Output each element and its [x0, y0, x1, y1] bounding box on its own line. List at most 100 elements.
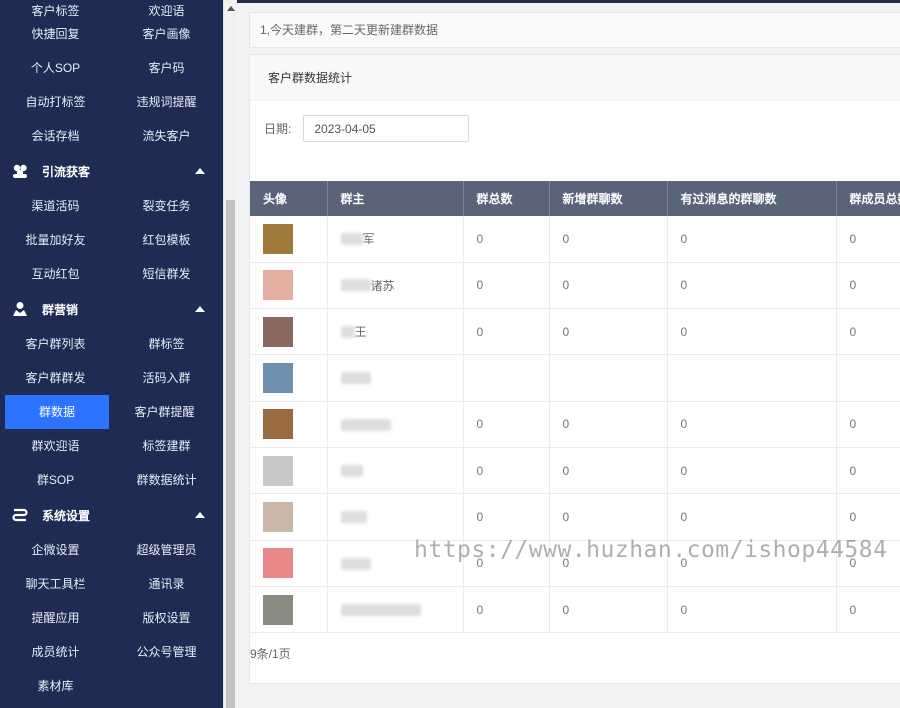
- cell-member-total: 0: [836, 216, 900, 263]
- sidebar-item-welcome[interactable]: 欢迎语: [111, 0, 222, 28]
- blurred-name: [340, 511, 367, 524]
- main-content: 1,今天建群，第二天更新建群数据 客户群数据统计 日期: 头像 群主 群总数 新…: [237, 0, 900, 708]
- col-header-new-groups: 新增群聊数: [549, 181, 668, 216]
- cell-member-total: 0: [836, 540, 900, 587]
- cell-member-total: 0: [836, 447, 900, 495]
- cell-avatar: [250, 401, 328, 448]
- cell-avatar: [250, 216, 328, 263]
- sidebar-item-copyright-settings[interactable]: 版权设置: [111, 601, 222, 635]
- sidebar-item-code-join-group[interactable]: 活码入群: [111, 361, 222, 395]
- pagination-info: 9条/1页: [250, 647, 291, 661]
- sidebar-item-violation-alert[interactable]: 违规词提醒: [111, 85, 222, 119]
- cell-new-groups: 0: [549, 262, 668, 310]
- sidebar-item-auto-tag[interactable]: 自动打标签: [0, 85, 111, 119]
- sidebar-item-group-data-stats[interactable]: 群数据统计: [111, 463, 222, 497]
- scroll-up-arrow-icon[interactable]: [227, 6, 235, 11]
- blurred-name: [340, 279, 371, 292]
- sidebar-item-contacts[interactable]: 通讯录: [111, 567, 222, 601]
- col-header-group-total: 群总数: [463, 181, 550, 216]
- sidebar-item-personal-sop[interactable]: 个人SOP: [0, 51, 111, 85]
- sidebar-section-label: 群营销: [42, 302, 79, 317]
- sidebar-item-fission-task[interactable]: 裂变任务: [111, 189, 222, 223]
- sidebar-item-group-welcome[interactable]: 群欢迎语: [0, 429, 111, 463]
- cell-new-groups: 0: [549, 493, 668, 541]
- sidebar-item-redpacket-template[interactable]: 红包模板: [111, 223, 222, 257]
- sidebar-item-official-account[interactable]: 公众号管理: [111, 635, 222, 669]
- scrollbar-thumb[interactable]: [226, 200, 235, 708]
- col-header-owner: 群主: [327, 181, 464, 216]
- cell-owner: 王: [327, 308, 464, 356]
- sidebar-item-group-reminder[interactable]: 客户群提醒: [109, 395, 220, 429]
- sidebar-section-acquisition[interactable]: 引流获客: [0, 153, 223, 189]
- avatar: [263, 594, 293, 625]
- cell-new-groups: [549, 354, 668, 402]
- sidebar-item-channel-code[interactable]: 渠道活码: [0, 189, 111, 223]
- avatar: [263, 409, 293, 440]
- cell-owner: [327, 354, 464, 402]
- cell-active-groups: 0: [667, 216, 837, 263]
- cell-group-total: 0: [463, 447, 550, 495]
- cell-active-groups: 0: [667, 493, 837, 541]
- sidebar-item-member-stats[interactable]: 成员统计: [0, 635, 111, 669]
- sidebar-item-interactive-redpacket[interactable]: 互动红包: [0, 257, 111, 291]
- cell-member-total: 0: [836, 401, 900, 448]
- blurred-name: [340, 232, 363, 245]
- sidebar-item-customer-tags[interactable]: 客户标签: [0, 0, 111, 28]
- cell-avatar: [250, 308, 328, 356]
- sidebar-item-group-tags[interactable]: 群标签: [111, 327, 222, 361]
- sidebar-item-reminder-app[interactable]: 提醒应用: [0, 601, 111, 635]
- sidebar-item-material-library[interactable]: 素材库: [0, 669, 111, 703]
- cell-owner: 诸苏: [327, 262, 464, 310]
- sidebar-section-label: 引流获客: [42, 164, 91, 179]
- cell-avatar: [250, 540, 328, 587]
- sidebar-item-bulk-add-friends[interactable]: 批量加好友: [0, 223, 111, 257]
- sidebar-item-customer-code[interactable]: 客户码: [111, 51, 222, 85]
- cell-owner: 军: [327, 216, 464, 263]
- sidebar-item-sms-broadcast[interactable]: 短信群发: [111, 257, 222, 291]
- sidebar-item-group-sop[interactable]: 群SOP: [0, 463, 111, 497]
- blurred-name: [340, 557, 371, 570]
- sidebar-item-group-broadcast[interactable]: 客户群群发: [0, 361, 111, 395]
- cell-active-groups: 0: [667, 262, 837, 310]
- cell-new-groups: 0: [549, 586, 668, 634]
- sidebar-section-group-marketing[interactable]: 群营销: [0, 291, 223, 327]
- sidebar-item-lost-customers[interactable]: 流失客户: [111, 119, 222, 153]
- table-row: 军0000: [250, 216, 900, 263]
- cell-new-groups: 0: [549, 447, 668, 495]
- cell-active-groups: 0: [667, 447, 837, 495]
- sidebar-item-tag-build-group[interactable]: 标签建群: [111, 429, 222, 463]
- blurred-name: [340, 325, 355, 338]
- cell-owner: [327, 586, 464, 634]
- sidebar-item-chat-toolbar[interactable]: 聊天工具栏: [0, 567, 111, 601]
- notice-bar: 1,今天建群，第二天更新建群数据: [249, 12, 900, 48]
- table-row: 王0000: [250, 308, 900, 356]
- sidebar-item-super-admin[interactable]: 超级管理员: [111, 533, 222, 567]
- sidebar-item-group-data[interactable]: 群数据: [5, 395, 109, 429]
- sidebar-section-system-settings[interactable]: 系统设置: [0, 497, 223, 533]
- caret-up-icon: [195, 512, 205, 518]
- table-row: 0000: [250, 493, 900, 541]
- cell-group-total: 0: [463, 216, 550, 263]
- cell-new-groups: 0: [549, 216, 668, 263]
- cell-avatar: [250, 586, 328, 634]
- col-header-avatar: 头像: [250, 181, 328, 216]
- cell-group-total: 0: [463, 493, 550, 541]
- sidebar: 客户标签 欢迎语 快捷回复 客户画像 个人SOP 客户码 自动打标签 违规词提醒…: [0, 0, 223, 708]
- date-input[interactable]: [303, 115, 470, 142]
- cell-active-groups: 0: [667, 308, 837, 356]
- table-row: 0000: [250, 540, 900, 587]
- owner-name: 诸苏: [370, 278, 395, 293]
- sidebar-item-group-list[interactable]: 客户群列表: [0, 327, 111, 361]
- avatar: [263, 548, 293, 579]
- page-scrollbar[interactable]: [223, 0, 237, 708]
- sidebar-item-wecom-settings[interactable]: 企微设置: [0, 533, 111, 567]
- table-row: 0000: [250, 401, 900, 448]
- cell-new-groups: 0: [549, 401, 668, 448]
- cell-owner: [327, 540, 464, 587]
- cell-active-groups: 0: [667, 540, 837, 587]
- users-group-icon: [10, 161, 30, 181]
- sidebar-item-chat-archive[interactable]: 会话存档: [0, 119, 111, 153]
- avatar: [263, 455, 293, 486]
- cell-group-total: 0: [463, 308, 550, 356]
- table-header-row: 头像 群主 群总数 新增群聊数 有过消息的群聊数 群成员总数: [250, 181, 900, 216]
